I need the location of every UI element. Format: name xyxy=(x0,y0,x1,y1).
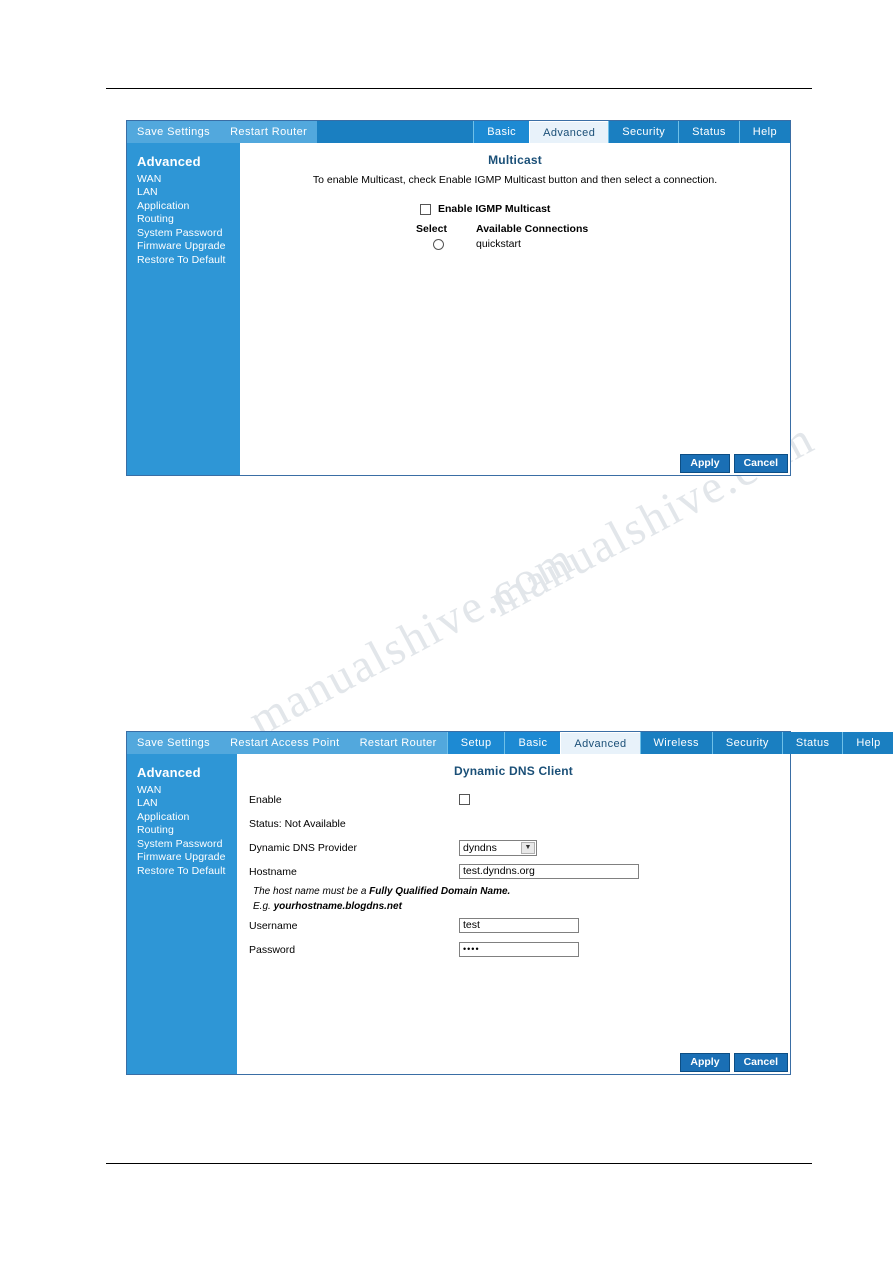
sidebar-title: Advanced xyxy=(137,765,201,780)
hostname-hint-example: E.g. yourhostname.blogdns.net xyxy=(249,901,790,912)
restart-access-point-button[interactable]: Restart Access Point xyxy=(220,732,350,754)
multicast-nav-tabs: Basic Advanced Security Status Help xyxy=(473,121,790,143)
multicast-content: Multicast To enable Multicast, check Ena… xyxy=(240,143,790,475)
provider-select[interactable]: dyndns ▼ xyxy=(459,839,537,856)
enable-label: Enable xyxy=(249,793,282,806)
multicast-action-buttons: Apply Cancel xyxy=(680,454,788,473)
tab-advanced[interactable]: Advanced xyxy=(560,732,640,754)
enable-checkbox[interactable] xyxy=(459,794,470,805)
ddns-sidebar: Advanced WAN LAN Application Routing Sys… xyxy=(127,754,237,1074)
password-label: Password xyxy=(249,943,296,956)
multicast-body: Advanced WAN LAN Application Routing Sys… xyxy=(127,143,790,475)
page-description: To enable Multicast, check Enable IGMP M… xyxy=(312,174,718,186)
sidebar-item-firmware-upgrade[interactable]: Firmware Upgrade xyxy=(137,851,237,865)
hostname-hint-bold: Fully Qualified Domain Name. xyxy=(369,886,511,897)
cancel-button[interactable]: Cancel xyxy=(733,1053,788,1072)
save-settings-button[interactable]: Save Settings xyxy=(127,732,220,754)
password-row: Password •••• xyxy=(249,940,790,959)
save-settings-button[interactable]: Save Settings xyxy=(127,121,220,143)
sidebar-item-restore-to-default[interactable]: Restore To Default xyxy=(137,865,237,879)
sidebar-title: Advanced xyxy=(137,154,201,169)
hostname-label: Hostname xyxy=(249,865,297,878)
username-row: Username test xyxy=(249,916,790,935)
page-header-rule xyxy=(106,88,812,89)
enable-row: Enable xyxy=(249,790,790,809)
ddns-nav-left-group: Save Settings Restart Access Point Resta… xyxy=(127,732,447,754)
restart-router-button[interactable]: Restart Router xyxy=(350,732,447,754)
multicast-router-ui-panel: Save Settings Restart Router Basic Advan… xyxy=(126,120,791,476)
tab-security[interactable]: Security xyxy=(608,121,679,143)
tab-basic[interactable]: Basic xyxy=(504,732,561,754)
tab-status[interactable]: Status xyxy=(781,732,843,754)
watermark-text-1: manualshive.com xyxy=(240,531,583,747)
sidebar-item-routing[interactable]: Routing xyxy=(137,824,237,838)
column-header-available-connections: Available Connections xyxy=(476,223,589,235)
username-label: Username xyxy=(249,919,298,932)
page-title: Dynamic DNS Client xyxy=(454,764,573,778)
username-input[interactable]: test xyxy=(459,918,579,933)
sidebar-item-wan[interactable]: WAN xyxy=(137,173,240,187)
sidebar-item-firmware-upgrade[interactable]: Firmware Upgrade xyxy=(137,240,240,254)
multicast-sidebar: Advanced WAN LAN Application Routing Sys… xyxy=(127,143,240,475)
radio-icon xyxy=(432,238,444,250)
sidebar-item-restore-to-default[interactable]: Restore To Default xyxy=(137,254,240,268)
tab-help[interactable]: Help xyxy=(738,121,790,143)
ddns-body: Advanced WAN LAN Application Routing Sys… xyxy=(127,754,790,1074)
enable-igmp-multicast-label: Enable IGMP Multicast xyxy=(438,203,551,215)
sidebar-item-application[interactable]: Application xyxy=(137,811,237,825)
ddns-navbar: Save Settings Restart Access Point Resta… xyxy=(127,732,893,754)
hostname-example-bold: yourhostname.blogdns.net xyxy=(273,901,402,912)
multicast-navbar: Save Settings Restart Router Basic Advan… xyxy=(127,121,790,143)
status-text: Status: Not Available xyxy=(249,817,346,830)
password-input[interactable]: •••• xyxy=(459,942,579,957)
restart-router-button[interactable]: Restart Router xyxy=(220,121,317,143)
tab-help[interactable]: Help xyxy=(842,732,893,754)
hostname-input[interactable]: test.dyndns.org xyxy=(459,864,639,879)
sidebar-item-application[interactable]: Application xyxy=(137,200,240,214)
sidebar-item-lan[interactable]: LAN xyxy=(137,797,237,811)
connection-select-radio[interactable] xyxy=(416,238,460,250)
sidebar-item-wan[interactable]: WAN xyxy=(137,784,237,798)
apply-button[interactable]: Apply xyxy=(680,1053,730,1072)
tab-setup[interactable]: Setup xyxy=(446,732,505,754)
column-header-select: Select xyxy=(416,223,447,235)
ddns-nav-tabs: Setup Basic Advanced Wireless Security S… xyxy=(446,732,893,754)
available-connections-table: Select Available Connections quickstart xyxy=(240,223,790,250)
hostname-hint-prefix: The host name must be a xyxy=(253,886,370,897)
ddns-action-buttons: Apply Cancel xyxy=(680,1053,788,1072)
ddns-content: Dynamic DNS Client Enable Status: Not Av… xyxy=(237,754,790,1074)
status-row: Status: Not Available xyxy=(249,814,790,833)
tab-basic[interactable]: Basic xyxy=(473,121,530,143)
table-row: quickstart xyxy=(416,238,790,250)
tab-status[interactable]: Status xyxy=(678,121,739,143)
table-header-row: Select Available Connections xyxy=(416,223,790,235)
enable-igmp-multicast-checkbox[interactable] xyxy=(420,203,431,215)
sidebar-item-lan[interactable]: LAN xyxy=(137,186,240,200)
apply-button[interactable]: Apply xyxy=(680,454,730,473)
provider-row: Dynamic DNS Provider dyndns ▼ xyxy=(249,838,790,857)
sidebar-item-system-password[interactable]: System Password xyxy=(137,838,237,852)
chevron-down-icon: ▼ xyxy=(521,841,535,854)
tab-security[interactable]: Security xyxy=(711,732,782,754)
hostname-row: Hostname test.dyndns.org xyxy=(249,862,790,881)
cancel-button[interactable]: Cancel xyxy=(733,454,788,473)
hostname-example-prefix: E.g. xyxy=(253,901,274,912)
hostname-hint: The host name must be a Fully Qualified … xyxy=(249,886,790,897)
tab-advanced[interactable]: Advanced xyxy=(529,121,609,143)
enable-igmp-multicast-row: Enable IGMP Multicast xyxy=(240,203,790,215)
provider-label: Dynamic DNS Provider xyxy=(249,841,357,854)
page-title: Multicast xyxy=(488,153,542,167)
sidebar-item-system-password[interactable]: System Password xyxy=(137,227,240,241)
provider-selected-value: dyndns xyxy=(463,841,497,854)
ddns-form: Enable Status: Not Available Dynamic DNS… xyxy=(237,790,790,959)
page-footer-rule xyxy=(106,1163,812,1164)
multicast-nav-left-group: Save Settings Restart Router xyxy=(127,121,318,143)
sidebar-item-routing[interactable]: Routing xyxy=(137,213,240,227)
connection-name: quickstart xyxy=(476,238,521,250)
ddns-router-ui-panel: Save Settings Restart Access Point Resta… xyxy=(126,731,893,1075)
tab-wireless[interactable]: Wireless xyxy=(639,732,712,754)
